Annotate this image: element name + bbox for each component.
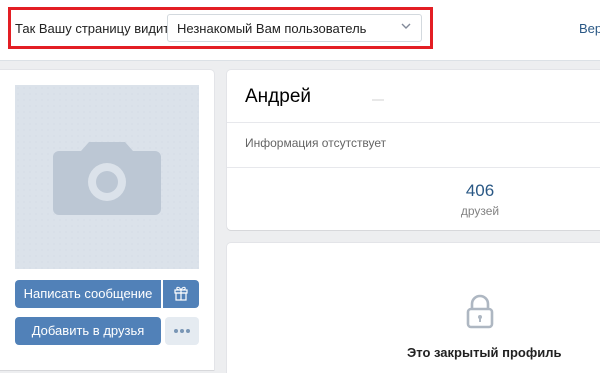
- divider: [227, 167, 600, 168]
- profile-avatar[interactable]: [15, 85, 199, 269]
- camera-icon: [15, 85, 199, 269]
- divider: [227, 122, 600, 123]
- gift-icon: [174, 286, 188, 301]
- friends-count[interactable]: 406: [440, 181, 520, 201]
- viewer-switch-bar: Так Вашу страницу видит Незнакомый Вам п…: [0, 0, 600, 61]
- chevron-down-icon: [401, 23, 411, 29]
- friends-label[interactable]: друзей: [440, 204, 520, 218]
- lock-icon: [466, 294, 494, 329]
- info-status: Информация отсутствует: [245, 136, 387, 150]
- viewer-select-value: Незнакомый Вам пользователь: [177, 21, 367, 36]
- more-actions-button[interactable]: [165, 317, 199, 345]
- closed-profile-title: Это закрытый профиль: [407, 345, 562, 360]
- add-friend-button[interactable]: Добавить в друзья: [15, 317, 161, 345]
- write-message-button[interactable]: Написать сообщение: [15, 280, 161, 308]
- return-to-page-link[interactable]: Вер: [579, 21, 600, 36]
- viewer-select[interactable]: Незнакомый Вам пользователь: [167, 14, 422, 42]
- more-dot: [186, 329, 190, 333]
- name-placeholder: [372, 99, 384, 101]
- gift-button[interactable]: [163, 280, 199, 308]
- more-dot: [180, 329, 184, 333]
- more-dots-icon: [174, 329, 178, 333]
- profile-name: Андрей: [245, 86, 311, 107]
- viewer-label: Так Вашу страницу видит: [15, 21, 170, 36]
